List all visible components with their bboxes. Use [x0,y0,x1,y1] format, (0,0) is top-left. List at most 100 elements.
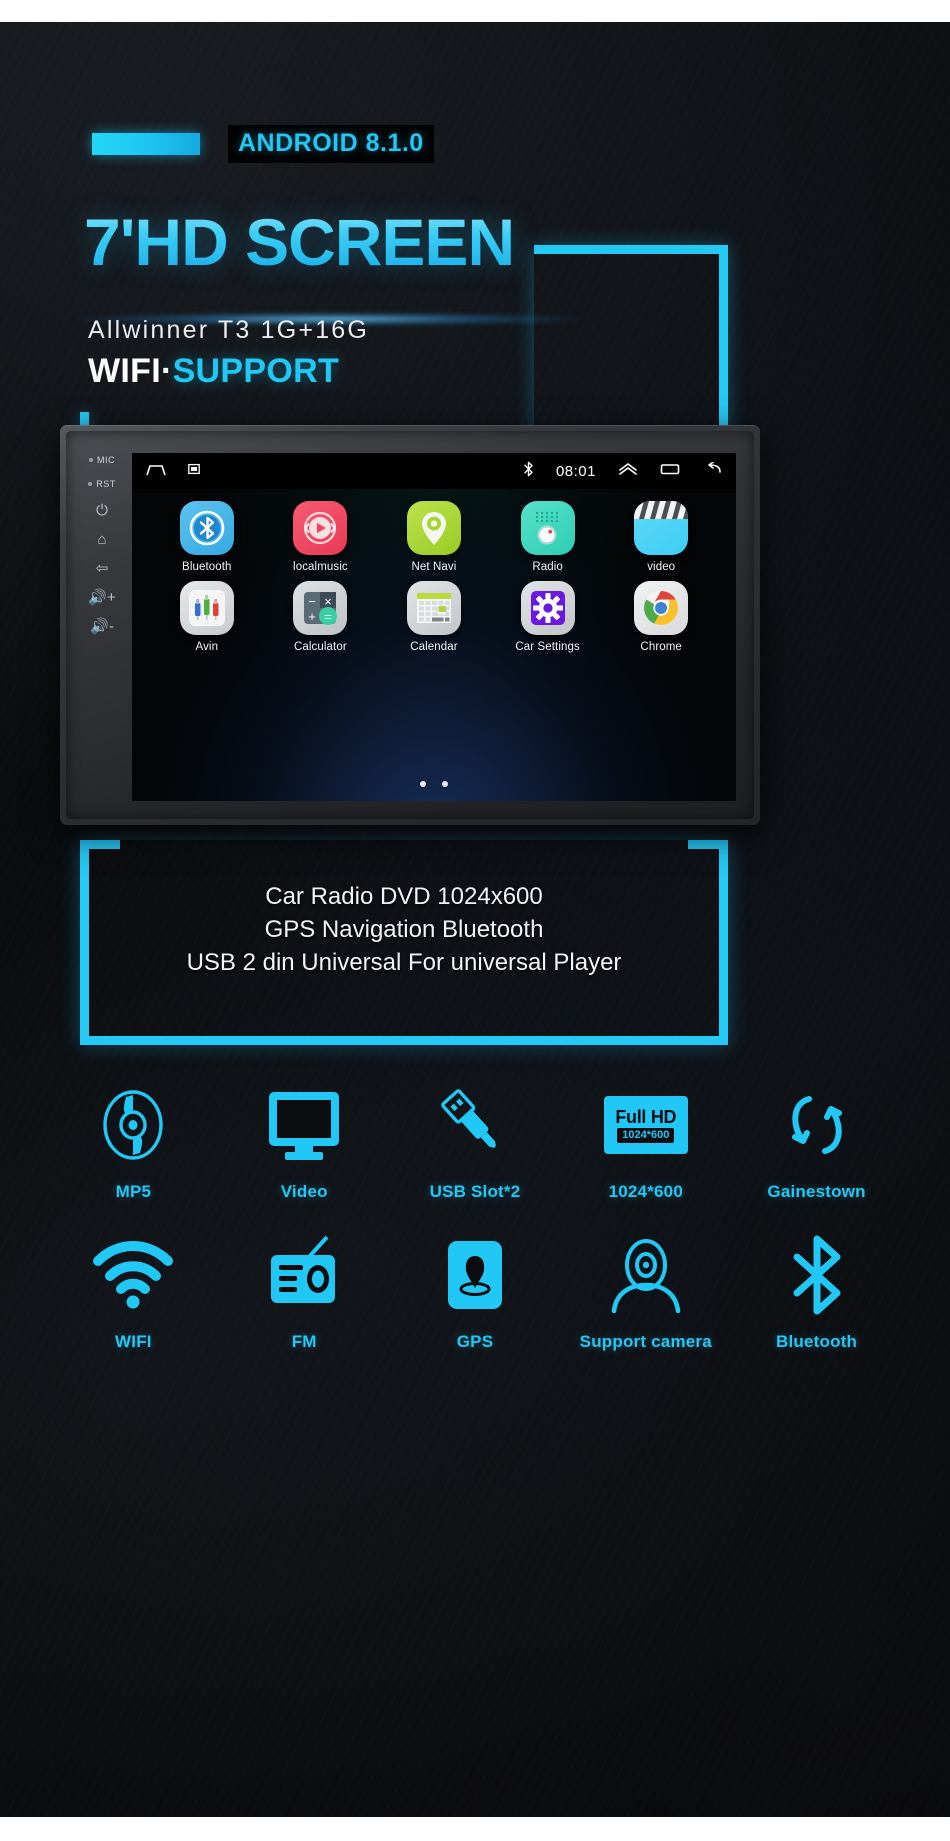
svg-text:+: + [309,609,317,624]
bluetooth-icon [523,461,534,482]
home-screen-pager[interactable] [132,781,736,787]
device-screen[interactable]: 08:01 Bluetooth localmusic Net Navi Radi… [132,453,736,801]
feature-label: GPS [456,1332,494,1351]
app-label: Calculator [294,641,347,653]
feature-label: Support camera [579,1332,712,1351]
status-bar-clock: 08:01 [555,462,596,480]
gear-app-icon[interactable] [520,581,575,635]
app-bluetooth[interactable]: Bluetooth [150,501,264,573]
accent-bar [92,133,200,155]
home-icon[interactable] [146,462,166,481]
disc-icon [95,1082,171,1168]
calendar-app-icon[interactable] [406,581,461,635]
feature-usb-slot: USB Slot*2 [390,1082,561,1202]
bottom-white-margin [0,1817,950,1841]
calculator-app-icon[interactable]: − × + = [293,581,348,635]
device-side-rail: MIC RST ⏻ ⌂ ⇦ 🔊+ 🔊- [74,441,130,813]
feature-fm: FM [219,1232,390,1352]
screenshot-icon[interactable] [188,462,200,480]
chrome-app-icon[interactable] [634,581,689,635]
status-bar-right-group: 08:01 [523,460,722,482]
mic-port-label: MIC [89,455,115,465]
feature-wifi: WIFI [48,1232,219,1352]
feature-icon-section: MP5 Video USB Slot*2 Full HD 1024*600 10… [48,1082,902,1368]
full-hd-badge: Full HD 1024*600 [603,1096,688,1154]
svg-text:−: − [309,594,317,609]
hero-subtitle: Allwinner T3 1G+16G [88,316,370,344]
support-label: SUPPORT [172,352,340,390]
app-calculator[interactable]: − × + = Calculator [264,581,378,653]
camera-person-icon [604,1232,688,1318]
description-line-1: Car Radio DVD 1024x600 [265,883,543,910]
volume-up-icon[interactable]: 🔊+ [88,590,115,605]
hero-wifi-support: WIFI·SUPPORT [88,352,339,391]
back-icon[interactable]: ⇦ [96,561,109,576]
app-localmusic[interactable]: localmusic [264,501,378,573]
description-line-2: GPS Navigation Bluetooth [264,916,544,943]
feature-gps: GPS [390,1232,561,1352]
android-status-bar: 08:01 [132,453,736,489]
pager-dot[interactable] [442,781,448,787]
fm-radio-icon [261,1232,347,1318]
reset-pinhole-icon [88,482,93,486]
app-label: video [647,561,676,573]
app-label: Bluetooth [182,561,232,573]
mic-port-hole-icon [89,458,93,462]
decorative-frame-top-right-seg [688,840,728,849]
map-pin-app-icon[interactable] [406,501,461,555]
bluetooth-app-icon[interactable] [179,501,234,555]
clapperboard-app-icon[interactable] [634,501,689,555]
app-label: Chrome [640,641,682,653]
app-label: Avin [195,641,219,653]
product-description: Car Radio DVD 1024x600 GPS Navigation Bl… [80,880,728,979]
full-hd-badge-bottom: 1024*600 [617,1127,675,1143]
app-net-navi[interactable]: Net Navi [377,501,491,573]
full-hd-icon: Full HD 1024*600 [603,1082,688,1168]
feature-label: 1024*600 [608,1182,683,1201]
feature-label: MP5 [115,1182,152,1201]
feature-video: Video [219,1082,390,1202]
pager-dot-active[interactable] [420,781,426,787]
app-car-settings[interactable]: Car Settings [491,581,605,653]
decorative-frame-top-left-seg [80,840,120,849]
radio-app-icon[interactable] [520,501,575,555]
app-avin[interactable]: Avin [150,581,264,653]
power-icon[interactable]: ⏻ [96,503,108,518]
feature-row-2: WIFI FM GPS Support camera Bluetooth [48,1232,902,1352]
rca-plugs-app-icon[interactable] [179,581,234,635]
top-white-margin [0,0,950,22]
app-video[interactable]: video [604,501,718,573]
car-head-unit-device: MIC RST ⏻ ⌂ ⇦ 🔊+ 🔊- 08:01 Bluetooth loca… [60,425,760,825]
back-arrow-icon[interactable] [702,460,722,481]
android-version-row: ANDROID 8.1.0 [92,125,434,163]
recents-icon[interactable] [660,462,680,481]
gps-pin-icon [447,1232,502,1318]
refresh-loop-icon [777,1082,857,1168]
feature-row-1: MP5 Video USB Slot*2 Full HD 1024*600 10… [48,1082,902,1202]
feature-label: Bluetooth [776,1332,858,1351]
bluetooth-icon [783,1232,851,1318]
feature-label: Video [280,1182,328,1201]
product-marketing-page: ANDROID 8.1.0 7'HD SCREEN Allwinner T3 1… [0,0,950,1841]
app-label: Car Settings [515,641,580,653]
full-hd-badge-top: Full HD [615,1106,677,1127]
home-screen-wallpaper: Bluetooth localmusic Net Navi Radio vide… [132,489,736,801]
feature-mp5: MP5 [48,1082,219,1202]
feature-bluetooth: Bluetooth [731,1232,902,1352]
reset-port-label: RST [88,479,116,489]
app-grid: Bluetooth localmusic Net Navi Radio vide… [132,501,736,653]
wifi-label: WIFI· [88,352,173,390]
app-chrome[interactable]: Chrome [604,581,718,653]
chevron-up-icon[interactable] [618,462,638,481]
music-player-app-icon[interactable] [293,501,348,555]
gps-card [447,1241,502,1309]
volume-down-icon[interactable]: 🔊- [90,619,114,634]
app-label: Calendar [410,641,458,653]
app-calendar[interactable]: Calendar [377,581,491,653]
app-radio[interactable]: Radio [491,501,605,573]
status-bar-left-group [146,462,200,481]
home-icon[interactable]: ⌂ [97,532,106,547]
feature-label: WIFI [115,1332,152,1351]
device-bezel: MIC RST ⏻ ⌂ ⇦ 🔊+ 🔊- 08:01 Bluetooth loca… [66,431,754,819]
feature-gainestown: Gainestown [731,1082,902,1202]
